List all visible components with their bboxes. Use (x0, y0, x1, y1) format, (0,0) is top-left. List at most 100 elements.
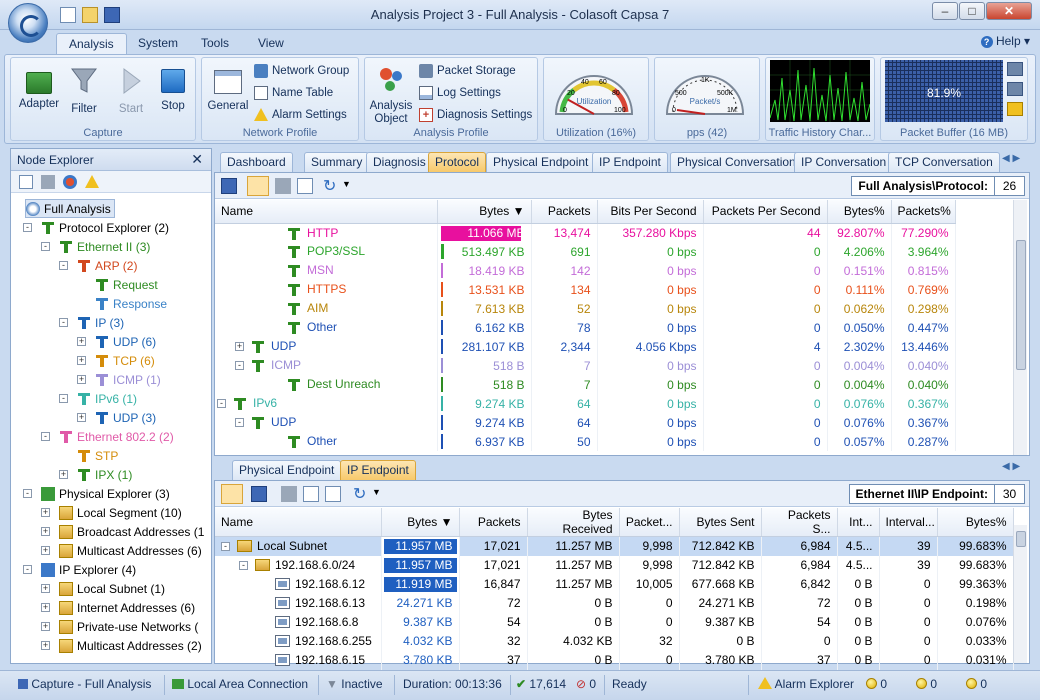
endpoint-view-icon[interactable] (221, 484, 243, 504)
table-row[interactable]: Other 6.937 KB 50 0 bps 0 0.057% 0.287% (215, 432, 956, 451)
tree-node[interactable]: Protocol Explorer (2) (41, 218, 169, 237)
tab-diagnosis[interactable]: Diagnosis (366, 152, 433, 172)
vertical-scrollbar[interactable] (1013, 525, 1027, 663)
tree-node[interactable]: UDP (3) (95, 408, 156, 427)
table-row[interactable]: MSN 18.419 KB 142 0 bps 0 0.151% 0.815% (215, 261, 956, 280)
add-node-icon[interactable] (19, 175, 33, 189)
chevron-down-icon[interactable]: ▼ (342, 179, 351, 189)
table-row[interactable]: 192.168.6.8 9.387 KB 54 0 B 0 9.387 KB 54 0 B00… (215, 612, 1014, 632)
table-row[interactable]: 192.168.6.255 4.032 KB 32 4.032 KB 32 0 B00 B… (215, 631, 1014, 651)
status-filter[interactable]: ▼ Inactive (326, 677, 383, 691)
status-adapter[interactable]: Local Area Connection (172, 677, 308, 691)
tree-node[interactable]: Ethernet 802.2 (2) (59, 427, 174, 446)
close-icon[interactable]: ✕ (191, 151, 203, 168)
stop-button[interactable]: Stop (153, 66, 193, 112)
log-settings-button[interactable]: Log Settings (419, 86, 501, 100)
table-row[interactable]: - IPv6 9.274 KB 64 0 bps 0 0.076% 0.367% (215, 394, 956, 413)
column-header[interactable]: Packets S... (761, 508, 838, 537)
collapse-toggle[interactable]: - (59, 394, 68, 403)
expand-toggle[interactable]: + (41, 584, 50, 593)
traffic-history-panel[interactable]: Traffic History Char... (765, 57, 875, 141)
collapse-toggle[interactable]: - (235, 361, 244, 370)
collapse-toggle[interactable]: - (221, 542, 230, 551)
tree-node[interactable]: Local Segment (10) (59, 503, 182, 522)
packet-storage-button[interactable]: Packet Storage (419, 64, 516, 78)
table-row[interactable]: Dest Unreach 518 B 70 bps 0 0.004% 0.040% (215, 375, 956, 394)
column-header[interactable]: Packets (459, 508, 528, 537)
diagnosis-settings-button[interactable]: + Diagnosis Settings (419, 108, 532, 122)
filter-view-icon[interactable] (275, 178, 291, 194)
expand-toggle[interactable]: + (41, 527, 50, 536)
vertical-scrollbar[interactable] (1013, 200, 1027, 455)
collapse-toggle[interactable]: - (41, 432, 50, 441)
start-button[interactable]: Start (111, 66, 151, 115)
tree-node[interactable]: Multicast Addresses (2) (59, 636, 202, 655)
filter-endpoint-icon[interactable] (281, 486, 297, 502)
save-view-icon[interactable] (221, 178, 237, 194)
expand-toggle[interactable]: + (77, 413, 86, 422)
maximize-button[interactable]: □ (959, 2, 985, 20)
tree-node[interactable]: ICMP (1) (95, 370, 161, 389)
analysis-object-button[interactable]: Analysis Object (367, 64, 415, 126)
tree-node[interactable]: Internet Addresses (6) (59, 598, 195, 617)
pps-gauge-panel[interactable]: 0 500 1K 500K 1M Packet/s pps (42) (654, 57, 760, 141)
status-capture[interactable]: Capture - Full Analysis (18, 677, 151, 691)
tab-scroll-arrows[interactable]: ◀ ▶ (1002, 153, 1020, 164)
tab-ip-endpoint[interactable]: IP Endpoint (340, 460, 416, 480)
column-header[interactable]: Packet... (619, 508, 680, 537)
filter-button[interactable]: Filter (63, 66, 105, 115)
tab-analysis[interactable]: Analysis (56, 33, 127, 54)
table-row[interactable]: 192.168.6.15 3.780 KB 37 0 B 0 3.780 KB 37 0 B0… (215, 650, 1014, 670)
table-row[interactable]: 192.168.6.13 24.271 KB 72 0 B 0 24.271 KB 72 0 … (215, 593, 1014, 613)
column-header[interactable]: Bits Per Second (597, 200, 704, 224)
column-header[interactable]: Bytes% (827, 200, 892, 224)
collapse-toggle[interactable]: - (235, 418, 244, 427)
tab-tools[interactable]: Tools (189, 33, 241, 54)
collapse-toggle[interactable]: - (23, 489, 32, 498)
buffer-save-icon[interactable] (1007, 62, 1023, 76)
node-objects-icon[interactable] (63, 175, 77, 189)
adapter-button[interactable]: Adapter (17, 66, 61, 110)
expand-toggle[interactable]: + (59, 470, 68, 479)
table-row[interactable]: 192.168.6.12 11.919 MB 16,847 11.257 MB 10,0… (215, 574, 1014, 594)
expand-toggle[interactable]: + (77, 375, 86, 384)
tree-node[interactable]: Local Subnet (1) (59, 579, 165, 598)
table-row[interactable]: AIM 7.613 KB 52 0 bps 0 0.062% 0.298% (215, 299, 956, 318)
tab-scroll-arrows[interactable]: ◀ ▶ (1002, 461, 1020, 472)
table-row[interactable]: -192.168.6.0/24 11.957 MB 17,021 11.257 MB 9… (215, 555, 1014, 575)
column-header[interactable]: Packets (531, 200, 598, 224)
table-row[interactable]: Other 6.162 KB 78 0 bps 0 0.050% 0.447% (215, 318, 956, 337)
tab-physical-endpoint[interactable]: Physical Endpoint (486, 152, 596, 172)
tree-node[interactable]: STP (77, 446, 118, 465)
refresh-icon[interactable]: ↻ (353, 484, 366, 504)
collapse-toggle[interactable]: - (239, 560, 248, 570)
collapse-toggle[interactable]: - (59, 318, 68, 327)
tree-node[interactable]: Multicast Addresses (6) (59, 541, 202, 560)
tab-physical-conversation[interactable]: Physical Conversation (670, 152, 803, 172)
expand-toggle[interactable]: + (41, 508, 50, 517)
tree-node[interactable]: Broadcast Addresses (1 (59, 522, 204, 541)
tab-dashboard[interactable]: Dashboard (220, 152, 293, 172)
column-header[interactable]: Bytes ▼ (381, 508, 460, 537)
tree-node[interactable]: IPX (1) (77, 465, 132, 484)
packet-buffer-panel[interactable]: 81.9% Packet Buffer (16 MB) (880, 57, 1028, 141)
column-header[interactable]: Bytes Received (527, 508, 620, 537)
tree-node[interactable]: Full Analysis (25, 199, 115, 218)
table-row[interactable]: POP3/SSL 513.497 KB 691 0 bps 0 4.206% 3.964% (215, 242, 956, 261)
tab-protocol[interactable]: Protocol (428, 152, 487, 172)
table-row[interactable]: HTTPS 13.531 KB 134 0 bps 0 0.111% 0.769% (215, 280, 956, 299)
column-header[interactable]: Packets Per Second (703, 200, 828, 224)
column-header[interactable]: Int... (837, 508, 880, 537)
tab-view[interactable]: View (246, 33, 296, 54)
general-button[interactable]: General (206, 66, 250, 112)
column-header[interactable]: Name (215, 508, 382, 537)
tree-node[interactable]: IPv6 (1) (77, 389, 137, 408)
filter-node-icon[interactable] (41, 175, 55, 189)
expand-toggle[interactable]: + (41, 641, 50, 650)
expand-toggle[interactable]: + (77, 356, 86, 365)
tree-node[interactable]: UDP (6) (95, 332, 156, 351)
add-endpoint-icon[interactable] (303, 486, 319, 502)
columns-icon[interactable] (297, 178, 313, 194)
tree-node[interactable]: Response (95, 294, 167, 313)
network-group-button[interactable]: Network Group (254, 64, 349, 78)
